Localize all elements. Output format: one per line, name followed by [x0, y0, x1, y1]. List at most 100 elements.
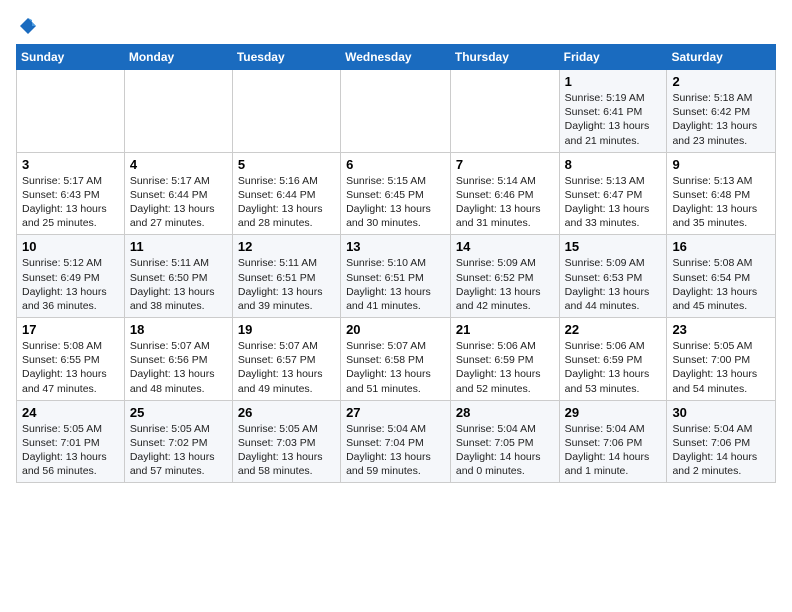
day-info: Sunrise: 5:13 AM Sunset: 6:48 PM Dayligh… — [672, 174, 770, 231]
day-of-week-header: Friday — [559, 45, 667, 70]
day-info: Sunrise: 5:12 AM Sunset: 6:49 PM Dayligh… — [22, 256, 119, 313]
day-info: Sunrise: 5:11 AM Sunset: 6:50 PM Dayligh… — [130, 256, 227, 313]
logo-icon — [18, 16, 38, 36]
day-number: 19 — [238, 322, 335, 337]
day-info: Sunrise: 5:07 AM Sunset: 6:58 PM Dayligh… — [346, 339, 445, 396]
calendar-day-cell: 10 Sunrise: 5:12 AM Sunset: 6:49 PM Dayli… — [17, 235, 125, 318]
day-number: 4 — [130, 157, 227, 172]
day-number: 29 — [565, 405, 662, 420]
day-info: Sunrise: 5:16 AM Sunset: 6:44 PM Dayligh… — [238, 174, 335, 231]
calendar-day-cell: 29 Sunrise: 5:04 AM Sunset: 7:06 PM Dayli… — [559, 400, 667, 483]
calendar-day-cell: 8 Sunrise: 5:13 AM Sunset: 6:47 PM Daylig… — [559, 152, 667, 235]
calendar-day-cell: 22 Sunrise: 5:06 AM Sunset: 6:59 PM Dayli… — [559, 318, 667, 401]
day-info: Sunrise: 5:18 AM Sunset: 6:42 PM Dayligh… — [672, 91, 770, 148]
calendar-week-row: 1Sunrise: 5:19 AM Sunset: 6:41 PM Daylig… — [17, 70, 776, 153]
calendar-day-cell: 13Sunrise: 5:10 AM Sunset: 6:51 PM Dayli… — [341, 235, 451, 318]
day-info: Sunrise: 5:04 AM Sunset: 7:05 PM Dayligh… — [456, 422, 554, 479]
day-number: 16 — [672, 239, 770, 254]
day-number: 14 — [456, 239, 554, 254]
calendar-day-cell: 15 Sunrise: 5:09 AM Sunset: 6:53 PM Dayli… — [559, 235, 667, 318]
day-number: 9 — [672, 157, 770, 172]
day-info: Sunrise: 5:13 AM Sunset: 6:47 PM Dayligh… — [565, 174, 662, 231]
calendar-day-cell: 14 Sunrise: 5:09 AM Sunset: 6:52 PM Dayli… — [450, 235, 559, 318]
calendar-day-cell: 18Sunrise: 5:07 AM Sunset: 6:56 PM Dayli… — [124, 318, 232, 401]
calendar-week-row: 3 Sunrise: 5:17 AM Sunset: 6:43 PM Daylig… — [17, 152, 776, 235]
day-info: Sunrise: 5:14 AM Sunset: 6:46 PM Dayligh… — [456, 174, 554, 231]
day-number: 10 — [22, 239, 119, 254]
day-info: Sunrise: 5:05 AM Sunset: 7:01 PM Dayligh… — [22, 422, 119, 479]
calendar-day-cell: 11 Sunrise: 5:11 AM Sunset: 6:50 PM Dayli… — [124, 235, 232, 318]
day-number: 15 — [565, 239, 662, 254]
day-of-week-header: Thursday — [450, 45, 559, 70]
calendar-day-cell: 28 Sunrise: 5:04 AM Sunset: 7:05 PM Dayli… — [450, 400, 559, 483]
day-of-week-header: Wednesday — [341, 45, 451, 70]
calendar-day-cell — [17, 70, 125, 153]
day-number: 2 — [672, 74, 770, 89]
day-number: 22 — [565, 322, 662, 337]
day-number: 13 — [346, 239, 445, 254]
day-info: Sunrise: 5:07 AM Sunset: 6:57 PM Dayligh… — [238, 339, 335, 396]
calendar-day-cell: 2 Sunrise: 5:18 AM Sunset: 6:42 PM Daylig… — [667, 70, 776, 153]
calendar-week-row: 10 Sunrise: 5:12 AM Sunset: 6:49 PM Dayli… — [17, 235, 776, 318]
day-info: Sunrise: 5:06 AM Sunset: 6:59 PM Dayligh… — [565, 339, 662, 396]
day-number: 17 — [22, 322, 119, 337]
day-number: 18 — [130, 322, 227, 337]
logo — [16, 16, 38, 36]
day-number: 3 — [22, 157, 119, 172]
day-info: Sunrise: 5:04 AM Sunset: 7:04 PM Dayligh… — [346, 422, 445, 479]
calendar-day-cell: 21 Sunrise: 5:06 AM Sunset: 6:59 PM Dayli… — [450, 318, 559, 401]
calendar-day-cell — [341, 70, 451, 153]
calendar-header-row: SundayMondayTuesdayWednesdayThursdayFrid… — [17, 45, 776, 70]
day-info: Sunrise: 5:15 AM Sunset: 6:45 PM Dayligh… — [346, 174, 445, 231]
day-info: Sunrise: 5:05 AM Sunset: 7:00 PM Dayligh… — [672, 339, 770, 396]
day-number: 30 — [672, 405, 770, 420]
calendar-day-cell: 12Sunrise: 5:11 AM Sunset: 6:51 PM Dayli… — [232, 235, 340, 318]
day-number: 8 — [565, 157, 662, 172]
day-number: 25 — [130, 405, 227, 420]
day-number: 27 — [346, 405, 445, 420]
calendar-day-cell: 20Sunrise: 5:07 AM Sunset: 6:58 PM Dayli… — [341, 318, 451, 401]
day-info: Sunrise: 5:06 AM Sunset: 6:59 PM Dayligh… — [456, 339, 554, 396]
calendar-day-cell: 17 Sunrise: 5:08 AM Sunset: 6:55 PM Dayli… — [17, 318, 125, 401]
calendar-day-cell: 5 Sunrise: 5:16 AM Sunset: 6:44 PM Daylig… — [232, 152, 340, 235]
calendar-day-cell: 24 Sunrise: 5:05 AM Sunset: 7:01 PM Dayli… — [17, 400, 125, 483]
page-header — [16, 16, 776, 36]
day-info: Sunrise: 5:09 AM Sunset: 6:53 PM Dayligh… — [565, 256, 662, 313]
day-number: 7 — [456, 157, 554, 172]
calendar-day-cell — [124, 70, 232, 153]
calendar-day-cell: 30 Sunrise: 5:04 AM Sunset: 7:06 PM Dayli… — [667, 400, 776, 483]
day-info: Sunrise: 5:09 AM Sunset: 6:52 PM Dayligh… — [456, 256, 554, 313]
day-number: 6 — [346, 157, 445, 172]
day-number: 28 — [456, 405, 554, 420]
day-of-week-header: Saturday — [667, 45, 776, 70]
day-info: Sunrise: 5:08 AM Sunset: 6:54 PM Dayligh… — [672, 256, 770, 313]
day-info: Sunrise: 5:17 AM Sunset: 6:44 PM Dayligh… — [130, 174, 227, 231]
day-number: 1 — [565, 74, 662, 89]
day-number: 11 — [130, 239, 227, 254]
calendar-day-cell: 4 Sunrise: 5:17 AM Sunset: 6:44 PM Daylig… — [124, 152, 232, 235]
day-info: Sunrise: 5:05 AM Sunset: 7:02 PM Dayligh… — [130, 422, 227, 479]
calendar-day-cell: 26Sunrise: 5:05 AM Sunset: 7:03 PM Dayli… — [232, 400, 340, 483]
day-info: Sunrise: 5:04 AM Sunset: 7:06 PM Dayligh… — [672, 422, 770, 479]
calendar-day-cell — [450, 70, 559, 153]
day-info: Sunrise: 5:17 AM Sunset: 6:43 PM Dayligh… — [22, 174, 119, 231]
calendar-day-cell: 19 Sunrise: 5:07 AM Sunset: 6:57 PM Dayli… — [232, 318, 340, 401]
calendar-day-cell: 3 Sunrise: 5:17 AM Sunset: 6:43 PM Daylig… — [17, 152, 125, 235]
day-number: 21 — [456, 322, 554, 337]
calendar-day-cell: 9 Sunrise: 5:13 AM Sunset: 6:48 PM Daylig… — [667, 152, 776, 235]
calendar: SundayMondayTuesdayWednesdayThursdayFrid… — [16, 44, 776, 483]
day-info: Sunrise: 5:04 AM Sunset: 7:06 PM Dayligh… — [565, 422, 662, 479]
calendar-day-cell: 1Sunrise: 5:19 AM Sunset: 6:41 PM Daylig… — [559, 70, 667, 153]
calendar-day-cell: 27 Sunrise: 5:04 AM Sunset: 7:04 PM Dayli… — [341, 400, 451, 483]
calendar-day-cell: 23Sunrise: 5:05 AM Sunset: 7:00 PM Dayli… — [667, 318, 776, 401]
calendar-week-row: 17 Sunrise: 5:08 AM Sunset: 6:55 PM Dayli… — [17, 318, 776, 401]
day-info: Sunrise: 5:08 AM Sunset: 6:55 PM Dayligh… — [22, 339, 119, 396]
day-info: Sunrise: 5:11 AM Sunset: 6:51 PM Dayligh… — [238, 256, 335, 313]
day-of-week-header: Monday — [124, 45, 232, 70]
day-number: 5 — [238, 157, 335, 172]
calendar-day-cell: 25 Sunrise: 5:05 AM Sunset: 7:02 PM Dayli… — [124, 400, 232, 483]
calendar-day-cell: 6 Sunrise: 5:15 AM Sunset: 6:45 PM Daylig… — [341, 152, 451, 235]
calendar-week-row: 24 Sunrise: 5:05 AM Sunset: 7:01 PM Dayli… — [17, 400, 776, 483]
calendar-day-cell — [232, 70, 340, 153]
day-number: 24 — [22, 405, 119, 420]
